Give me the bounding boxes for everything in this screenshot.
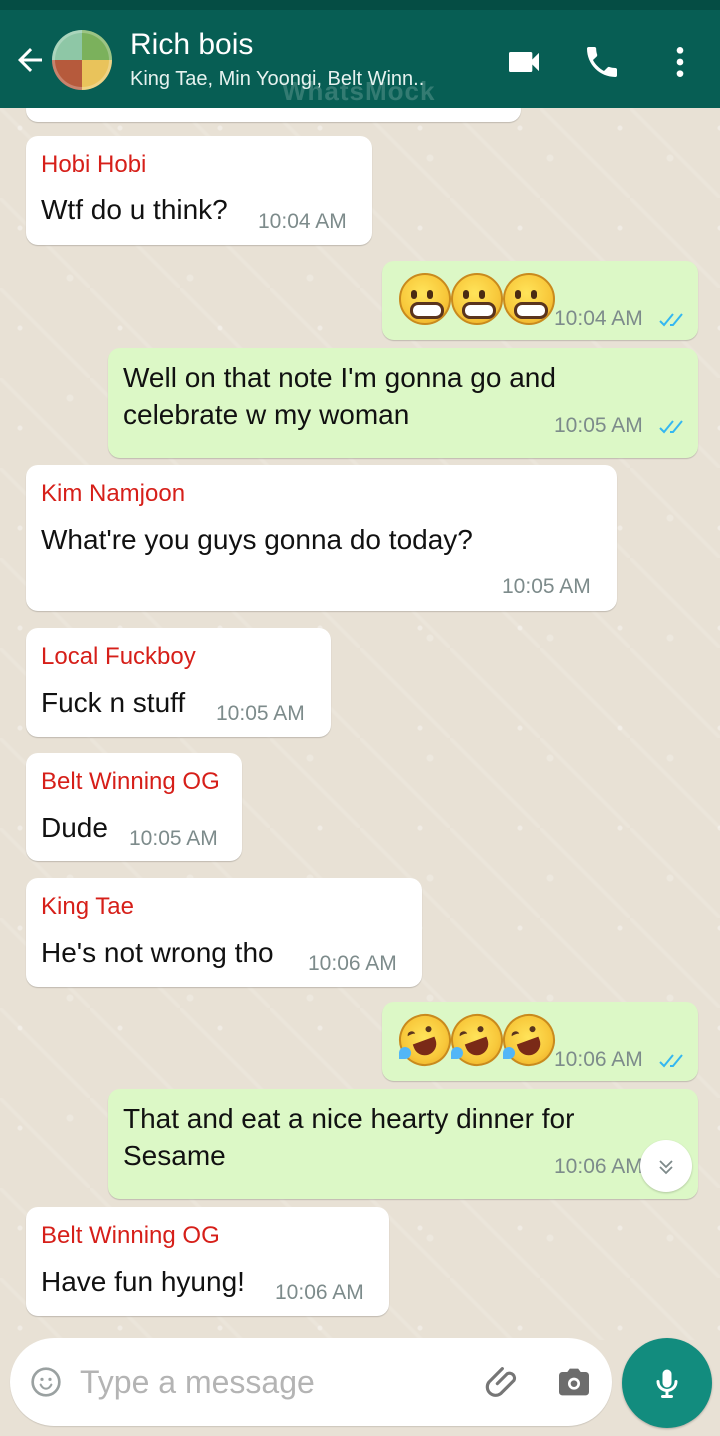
camera-icon[interactable]: [554, 1362, 594, 1402]
message-time: 10:04 AM: [554, 307, 643, 330]
tear-icon: [399, 1047, 411, 1059]
message-time: 10:05 AM: [216, 702, 305, 725]
phone-icon[interactable]: [582, 42, 622, 82]
message-text: Have fun hyung!: [41, 1266, 245, 1297]
grinning-face-icon: [503, 273, 555, 325]
scroll-down-button[interactable]: [640, 1140, 692, 1192]
message-input-bar[interactable]: Type a message: [10, 1338, 612, 1426]
message-text: Fuck n stuff: [41, 687, 186, 718]
message-bubble[interactable]: That and eat a nice hearty dinner for Se…: [108, 1089, 698, 1199]
microphone-icon: [656, 1369, 678, 1398]
message-text: Dude: [41, 812, 108, 843]
message-time: 10:06 AM: [554, 1155, 643, 1178]
message-bubble[interactable]: 10:06 AM: [382, 1002, 698, 1081]
message-input[interactable]: Type a message: [80, 1364, 315, 1401]
message-time: 10:06 AM: [275, 1281, 364, 1304]
more-vertical-icon[interactable]: [660, 42, 700, 82]
sender-name: Local Fuckboy: [41, 643, 196, 670]
message-time: 10:05 AM: [502, 575, 591, 598]
video-camera-icon[interactable]: [504, 42, 544, 82]
sender-name: Belt Winning OG: [41, 768, 220, 795]
message-time: 10:04 AM: [258, 210, 347, 233]
sender-name: Belt Winning OG: [41, 1222, 220, 1249]
message-time: 10:05 AM: [129, 827, 218, 850]
rolling-on-floor-laughing-icon: [495, 1006, 563, 1074]
smile-icon[interactable]: [30, 1366, 62, 1398]
read-ticks-icon: [659, 313, 683, 327]
chat-title[interactable]: Rich bois: [130, 28, 253, 62]
chat-messages[interactable]: Hobi Hobi Wtf do u think? 10:04 AM 10:04…: [0, 108, 720, 1340]
message-bubble[interactable]: Kim Namjoon What're you guys gonna do to…: [26, 465, 617, 611]
group-avatar[interactable]: [52, 30, 112, 90]
double-chevron-down-icon: [659, 1160, 673, 1175]
paperclip-icon[interactable]: [484, 1362, 524, 1402]
microphone-button[interactable]: [622, 1338, 712, 1428]
message-text: That and eat a nice hearty dinner for Se…: [123, 1103, 575, 1171]
message-bubble[interactable]: King Tae He's not wrong tho 10:06 AM: [26, 878, 422, 987]
message-bubble[interactable]: Belt Winning OG Dude 10:05 AM: [26, 753, 242, 861]
grinning-face-icon: [399, 273, 451, 325]
message-time: 10:06 AM: [308, 952, 397, 975]
sender-name: Hobi Hobi: [41, 151, 147, 178]
message-bubble-partial: [26, 108, 521, 122]
message-bubble[interactable]: Belt Winning OG Have fun hyung! 10:06 AM: [26, 1207, 389, 1316]
grinning-face-icon: [451, 273, 503, 325]
message-bubble[interactable]: Hobi Hobi Wtf do u think? 10:04 AM: [26, 136, 372, 245]
message-bubble[interactable]: Well on that note I'm gonna go and celeb…: [108, 348, 698, 458]
sender-name: Kim Namjoon: [41, 480, 186, 507]
message-text: He's not wrong tho: [41, 937, 274, 968]
message-time: 10:05 AM: [554, 414, 643, 437]
message-time: 10:06 AM: [554, 1048, 643, 1071]
read-ticks-icon: [659, 1054, 683, 1068]
tear-icon: [503, 1047, 515, 1059]
message-text: What're you guys gonna do today?: [41, 524, 473, 555]
rolling-on-floor-laughing-icon: [391, 1006, 459, 1074]
message-text: Wtf do u think?: [41, 194, 228, 225]
message-text: Well on that note I'm gonna go and celeb…: [123, 362, 556, 430]
tear-icon: [451, 1047, 463, 1059]
read-ticks-icon: [659, 420, 683, 434]
rolling-on-floor-laughing-icon: [443, 1006, 511, 1074]
message-bubble[interactable]: 10:04 AM: [382, 261, 698, 340]
watermark: WhatsMock: [282, 76, 436, 106]
sender-name: King Tae: [41, 893, 134, 920]
status-bar: [0, 0, 720, 10]
message-bubble[interactable]: Local Fuckboy Fuck n stuff 10:05 AM: [26, 628, 331, 737]
chat-header: Rich bois King Tae, Min Yoongi, Belt Win…: [0, 10, 720, 108]
back-icon[interactable]: [12, 42, 48, 78]
